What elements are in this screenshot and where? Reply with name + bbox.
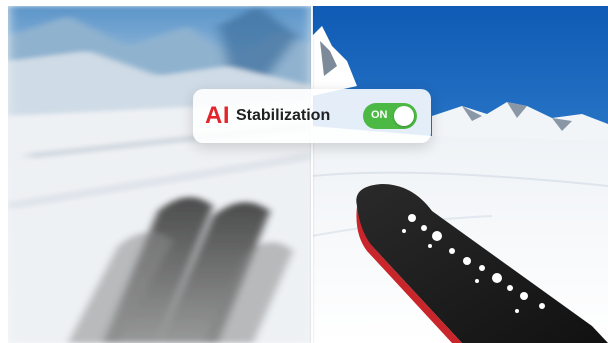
stabilization-label: Stabilization xyxy=(236,107,331,124)
split-divider[interactable] xyxy=(311,6,313,343)
sharp-ski-scene xyxy=(312,6,608,343)
toggle-knob[interactable] xyxy=(394,106,414,126)
toggle-on-text: ON xyxy=(371,109,388,121)
stabilization-toggle[interactable]: ON xyxy=(363,103,417,129)
ai-stabilization-card: AI Stabilization ON xyxy=(193,89,431,143)
blurred-ski-scene xyxy=(8,6,312,343)
comparison-frame: AI Stabilization ON xyxy=(8,6,608,343)
ai-badge: AI xyxy=(205,102,230,129)
stabilized-panel xyxy=(312,6,608,343)
unstabilized-panel xyxy=(8,6,312,343)
